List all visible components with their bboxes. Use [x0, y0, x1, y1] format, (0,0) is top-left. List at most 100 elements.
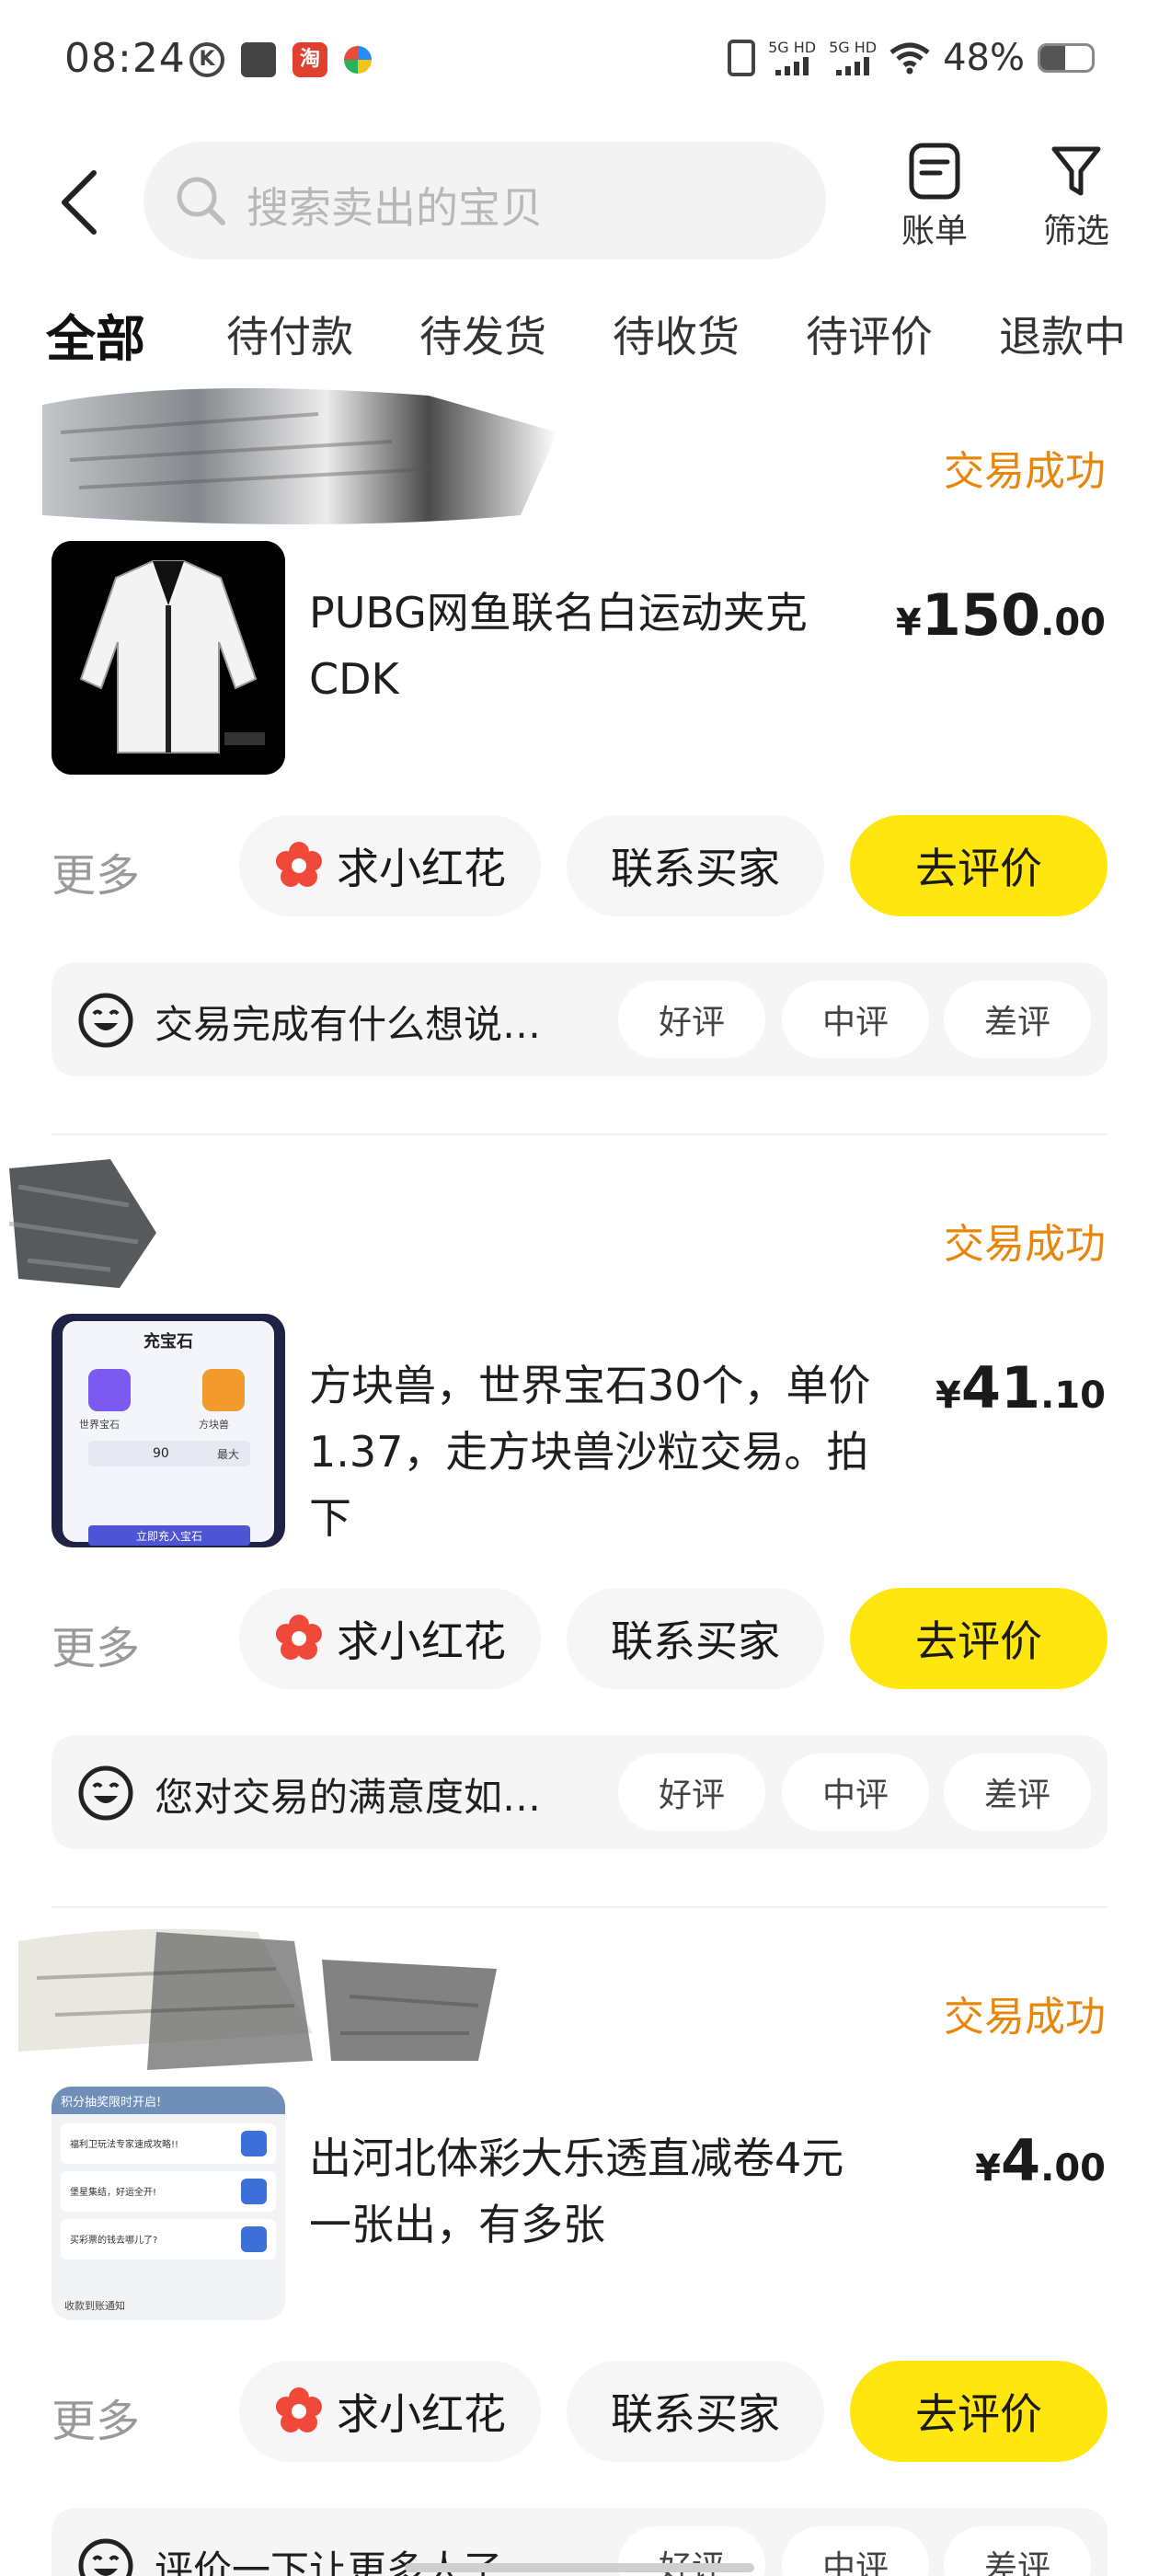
thumb-label-left: 世界宝石 — [79, 1419, 120, 1431]
bill-button[interactable]: 账单 — [889, 142, 981, 252]
bill-label: 账单 — [901, 213, 968, 250]
battery-fill — [1040, 46, 1065, 70]
request-flower-button[interactable]: 求小红花 — [239, 2361, 541, 2462]
order-status: 交易成功 — [944, 448, 1106, 495]
search-placeholder: 搜索卖出的宝贝 — [247, 183, 543, 233]
thumb-max: 最大 — [217, 1448, 240, 1461]
tab-all[interactable]: 全部 — [42, 298, 145, 373]
signal-bars-icon — [829, 55, 877, 75]
thumb-line: 福利卫玩法专家速成攻略!! — [70, 2140, 179, 2150]
neutral-rating-button[interactable]: 中评 — [782, 2526, 929, 2576]
feedback-bar: 您对交易的满意度如… 好评 中评 差评 — [52, 1735, 1107, 1849]
write-review-button[interactable]: 去评价 — [850, 1588, 1107, 1689]
thumb-button: 立即充入宝石 — [135, 1530, 202, 1543]
filter-button[interactable]: 筛选 — [1030, 142, 1122, 252]
tab-pending-shipment[interactable]: 待发货 — [419, 304, 546, 364]
tab-pending-review[interactable]: 待评价 — [806, 304, 933, 364]
flower-button-label: 求小红花 — [337, 1616, 506, 1666]
product-thumbnail[interactable] — [52, 541, 285, 775]
signal-bars-icon — [768, 55, 816, 75]
order-card[interactable]: 交易成功 积分抽奖限时开启! 福利卫玩法专家速成攻略!! 堡星集结，好运全开! … — [0, 1923, 1159, 2576]
battery-icon — [1038, 43, 1095, 73]
product-title[interactable]: 出河北体彩大乐透直减卷4元一张出，有多张 — [309, 2125, 879, 2258]
status-bar: 08:24 K 淘 5G HD 5G HD 48% — [0, 0, 1159, 129]
thumb-line: 堡星集结，好运全开! — [70, 2188, 157, 2198]
product-price: ¥150.00 — [896, 581, 1106, 649]
more-button[interactable]: 更多 — [52, 1612, 140, 1676]
square-app-icon — [241, 42, 276, 77]
flower-button-label: 求小红花 — [337, 844, 506, 893]
order-status: 交易成功 — [944, 1221, 1106, 1268]
tab-pending-receipt[interactable]: 待收货 — [613, 304, 740, 364]
positive-rating-button[interactable]: 好评 — [618, 1754, 765, 1831]
signal-sim2: 5G HD — [829, 40, 877, 75]
price-integer: 4 — [1001, 2127, 1041, 2194]
product-thumbnail[interactable]: 积分抽奖限时开启! 福利卫玩法专家速成攻略!! 堡星集结，好运全开! 买彩票的钱… — [52, 2087, 285, 2320]
top-bar: 搜索卖出的宝贝 账单 筛选 — [0, 138, 1159, 267]
more-button[interactable]: 更多 — [52, 839, 140, 903]
feedback-prompt: 您对交易的满意度如… — [155, 1775, 542, 1820]
tab-label: 全部 — [46, 310, 145, 368]
bill-icon — [909, 143, 960, 200]
order-divider — [52, 1133, 1107, 1135]
price-decimal: .10 — [1040, 1374, 1106, 1417]
price-currency: ¥ — [895, 602, 922, 644]
request-flower-button[interactable]: 求小红花 — [239, 1588, 541, 1689]
smiley-face-icon — [78, 2538, 133, 2576]
price-decimal: .00 — [1040, 2147, 1106, 2190]
tab-pending-payment[interactable]: 待付款 — [226, 304, 353, 364]
taobao-app-icon: 淘 — [293, 42, 327, 77]
neutral-rating-button[interactable]: 中评 — [782, 981, 929, 1058]
flower-icon — [276, 842, 322, 887]
write-review-button[interactable]: 去评价 — [850, 815, 1107, 916]
price-currency: ¥ — [975, 2147, 1001, 2190]
positive-rating-button[interactable]: 好评 — [618, 981, 765, 1058]
home-indicator[interactable] — [405, 2563, 754, 2572]
neutral-rating-button[interactable]: 中评 — [782, 1754, 929, 1831]
product-price: ¥4.00 — [975, 2127, 1106, 2194]
back-icon[interactable] — [52, 166, 107, 239]
product-title[interactable]: PUBG网鱼联名白运动夹克CDK — [309, 580, 879, 712]
product-title[interactable]: 方块兽，世界宝石30个，单价1.37，走方块兽沙粒交易。拍下 — [309, 1352, 879, 1551]
filter-icon — [1051, 146, 1101, 196]
contact-buyer-button[interactable]: 联系买家 — [567, 1588, 824, 1689]
feedback-bar: 交易完成有什么想说… 好评 中评 差评 — [52, 962, 1107, 1076]
smiley-face-icon — [78, 993, 133, 1048]
buyer-avatar-redacted — [8, 1159, 156, 1288]
search-input[interactable]: 搜索卖出的宝贝 — [143, 142, 826, 259]
request-flower-button[interactable]: 求小红花 — [239, 815, 541, 916]
order-card[interactable]: 交易成功 PUBG网鱼联名白运动夹克CDK ¥150.00 更多 求小红花 联系… — [0, 377, 1159, 1150]
tab-refunding[interactable]: 退款中 — [999, 304, 1126, 364]
battery-percent: 48% — [943, 37, 1025, 79]
price-integer: 150 — [921, 581, 1041, 649]
thumb-label-right: 方块兽 — [199, 1419, 229, 1431]
feedback-prompt: 交易完成有什么想说… — [155, 1002, 542, 1047]
product-thumbnail[interactable]: 充宝石 世界宝石 方块兽 90 最大 立即充入宝石 — [52, 1314, 285, 1547]
filter-label: 筛选 — [1042, 213, 1109, 250]
flower-button-label: 求小红花 — [337, 2389, 506, 2439]
vibrate-icon — [728, 40, 756, 76]
thumb-title: 充宝石 — [143, 1332, 193, 1351]
negative-rating-button[interactable]: 差评 — [944, 981, 1091, 1058]
k-app-icon: K — [189, 42, 224, 77]
thumb-quantity: 90 — [153, 1446, 169, 1461]
order-card[interactable]: 交易成功 充宝石 世界宝石 方块兽 90 最大 立即充入宝石 方块兽，世界宝石3… — [0, 1150, 1159, 1923]
price-currency: ¥ — [935, 1374, 961, 1417]
network-type-label: 5G HD — [829, 39, 878, 56]
search-icon — [177, 177, 225, 225]
buyer-avatar-redacted — [18, 1928, 497, 2070]
price-integer: 41 — [960, 1354, 1041, 1421]
clock: 08:24 — [64, 35, 186, 82]
product-price: ¥41.10 — [935, 1354, 1106, 1421]
smiley-face-icon — [78, 1765, 133, 1821]
contact-buyer-button[interactable]: 联系买家 — [567, 2361, 824, 2462]
negative-rating-button[interactable]: 差评 — [944, 1754, 1091, 1831]
negative-rating-button[interactable]: 差评 — [944, 2526, 1091, 2576]
thumb-footer: 收款到账通知 — [64, 2300, 125, 2312]
system-indicators: 5G HD 5G HD 48% — [728, 37, 1095, 79]
flower-icon — [276, 1615, 322, 1660]
more-button[interactable]: 更多 — [52, 2385, 140, 2449]
write-review-button[interactable]: 去评价 — [850, 2361, 1107, 2462]
lottery-notification-screenshot — [52, 2087, 285, 2320]
contact-buyer-button[interactable]: 联系买家 — [567, 815, 824, 916]
